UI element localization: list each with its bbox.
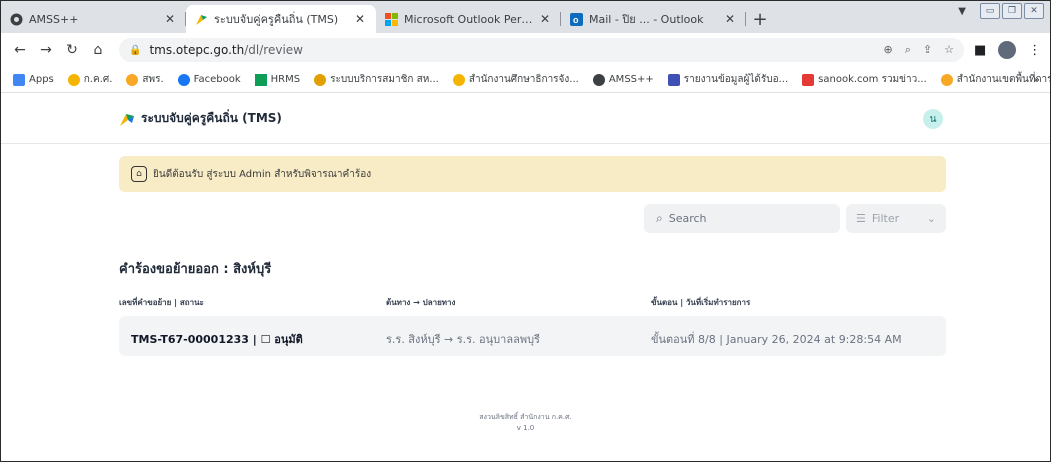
profile-avatar[interactable] — [998, 41, 1017, 59]
column-header-request-status: เลขที่คำขอย้าย | สถานะ — [119, 298, 204, 307]
tms-logo-icon — [194, 12, 208, 26]
close-icon[interactable]: ✕ — [162, 12, 178, 26]
bookmark-apps[interactable]: Apps — [13, 73, 54, 86]
home-icon: ⌂ — [131, 166, 147, 182]
menu-kebab-icon[interactable]: ⋮ — [1028, 43, 1041, 58]
chevron-down-icon: ⌄ — [926, 212, 936, 225]
welcome-text: ยินดีต้อนรับ สู่ระบบ Admin สำหรับพิจารณา… — [153, 168, 372, 180]
welcome-alert: ⌂ ยินดีต้อนรับ สู่ระบบ Admin สำหรับพิจาร… — [119, 156, 946, 192]
bookmark-star-icon[interactable]: ☆ — [944, 43, 954, 57]
share-icon[interactable]: ⇪ — [923, 43, 932, 57]
bookmarks-overflow-button[interactable]: » — [1033, 73, 1040, 86]
bookmark-facebook[interactable]: Facebook — [177, 73, 241, 86]
page-footer: สงวนลิขสิทธิ์ สำนักงาน ก.ค.ศ. v 1.0 — [1, 412, 1050, 434]
education-office-icon — [452, 73, 465, 86]
bookmarks-bar: Apps ก.ค.ศ. สพร. Facebook HRMS ระบบบริกา… — [1, 67, 1050, 93]
tab-strip: AMSS++ ✕ ระบบจับคู่ครูคืนถิ่น (TMS) ✕ Mi… — [1, 1, 1050, 33]
side-panel-icon[interactable]: ■ — [974, 43, 986, 58]
bookmark-kks[interactable]: ก.ค.ศ. — [67, 72, 112, 87]
area-office-icon — [940, 73, 953, 86]
home-icon[interactable]: ⌂ — [87, 42, 109, 58]
address-bar[interactable]: 🔒 tms.otepc.go.th/dl/review ⊕ ⌕ ⇪ ☆ — [119, 38, 964, 62]
lock-icon[interactable]: 🔒 — [129, 45, 141, 56]
route-cell: ร.ร. สิงห์บุรี → ร.ร. อนุบาลลพบุรี — [386, 333, 540, 346]
tab-search-icon[interactable]: ▼ — [958, 6, 966, 17]
search-input[interactable]: ⌕ Search — [644, 204, 840, 233]
bookmark-member-service[interactable]: ระบบบริการสมาชิก สห... — [314, 72, 439, 87]
svg-text:o: o — [573, 15, 579, 25]
bookmark-amss[interactable]: AMSS++ — [592, 73, 654, 86]
close-window-button[interactable]: ✕ — [1024, 3, 1044, 19]
sanook-icon — [802, 73, 815, 86]
tab-label: Mail - ปิย ... - Outlook — [589, 13, 704, 26]
tab-label: ระบบจับคู่ครูคืนถิ่น (TMS) — [214, 13, 339, 26]
page-content: ระบบจับคู่ครูคืนถิ่น (TMS) น ⌂ ยินดีต้อน… — [1, 94, 1050, 461]
filter-icon: ☰ — [856, 212, 866, 225]
filter-select[interactable]: ☰ Filter ⌄ — [846, 204, 946, 233]
tab-label: AMSS++ — [29, 12, 79, 26]
tab-outlook-mail[interactable]: o Mail - ปิย ... - Outlook ✕ — [561, 5, 746, 33]
user-avatar[interactable]: น — [923, 109, 943, 129]
app-brand[interactable]: ระบบจับคู่ครูคืนถิ่น (TMS) — [119, 109, 282, 128]
bookmark-spr[interactable]: สพร. — [126, 72, 164, 87]
close-icon[interactable]: ✕ — [722, 12, 738, 26]
tms-logo-icon — [119, 111, 135, 127]
close-icon[interactable]: ✕ — [537, 12, 553, 26]
tab-tms[interactable]: ระบบจับคู่ครูคืนถิ่น (TMS) ✕ — [186, 5, 376, 33]
version-text: v 1.0 — [516, 424, 535, 432]
form-list-icon — [667, 73, 680, 86]
search-icon: ⌕ — [656, 211, 663, 225]
search-placeholder: Search — [668, 212, 707, 225]
page-title: คำร้องขอย้ายออก : สิงห์บุรี — [119, 262, 272, 277]
tab-microsoft-outlook[interactable]: Microsoft Outlook Personal Email ✕ — [376, 5, 561, 33]
filter-label: Filter — [871, 212, 900, 225]
request-id-status: TMS-T67-00001233 | ☐ อนุมัติ — [131, 333, 303, 346]
zoom-icon[interactable]: ⌕ — [905, 43, 911, 57]
facebook-icon — [177, 73, 190, 86]
step-date-cell: ขั้นตอนที่ 8/8 | January 26, 2024 at 9:2… — [651, 333, 902, 346]
back-icon[interactable]: ← — [9, 42, 31, 58]
column-header-step-date: ขั้นตอน | วันที่เริ่มทำรายการ — [651, 298, 751, 307]
tab-label: Microsoft Outlook Personal Email — [404, 12, 537, 26]
bookmark-hrms[interactable]: HRMS — [254, 73, 300, 86]
forward-icon[interactable]: → — [35, 42, 57, 58]
outlook-icon: o — [569, 12, 583, 26]
window-controls: ▼ ▭ ❐ ✕ — [958, 3, 1044, 19]
close-icon[interactable]: ✕ — [352, 12, 368, 26]
amss-icon — [9, 12, 23, 26]
copyright-text: สงวนลิขสิทธิ์ สำนักงาน ก.ค.ศ. — [479, 413, 572, 421]
table-row[interactable]: TMS-T67-00001233 | ☐ อนุมัติ ร.ร. สิงห์บ… — [119, 316, 946, 356]
spr-logo-icon — [126, 73, 139, 86]
reload-icon[interactable]: ↻ — [61, 42, 83, 58]
minimize-button[interactable]: ▭ — [980, 3, 1000, 19]
bookmark-recipient-report[interactable]: รายงานข้อมูลผู้ได้รับอ... — [667, 72, 788, 87]
microsoft-icon — [384, 12, 398, 26]
tab-amss[interactable]: AMSS++ ✕ — [1, 5, 186, 33]
url-text: tms.otepc.go.th/dl/review — [149, 43, 303, 57]
install-app-icon[interactable]: ⊕ — [884, 43, 893, 57]
column-header-route: ต้นทาง → ปลายทาง — [386, 298, 456, 307]
restore-button[interactable]: ❐ — [1002, 3, 1022, 19]
bookmark-provincial-education[interactable]: สำนักงานศึกษาธิการจัง... — [452, 72, 579, 87]
coop-logo-icon — [314, 73, 327, 86]
browser-toolbar: ← → ↻ ⌂ 🔒 tms.otepc.go.th/dl/review ⊕ ⌕ … — [1, 33, 1050, 67]
bookmark-sanook[interactable]: sanook.com รวมข่าว... — [802, 72, 927, 87]
kks-logo-icon — [67, 73, 80, 86]
amss-icon — [592, 73, 605, 86]
browser-window: AMSS++ ✕ ระบบจับคู่ครูคืนถิ่น (TMS) ✕ Mi… — [0, 0, 1051, 462]
hrms-icon — [254, 73, 267, 86]
app-header: ระบบจับคู่ครูคืนถิ่น (TMS) น — [1, 94, 1050, 144]
app-title: ระบบจับคู่ครูคืนถิ่น (TMS) — [141, 111, 282, 125]
apps-grid-icon — [13, 73, 25, 86]
new-tab-button[interactable]: + — [746, 5, 774, 33]
